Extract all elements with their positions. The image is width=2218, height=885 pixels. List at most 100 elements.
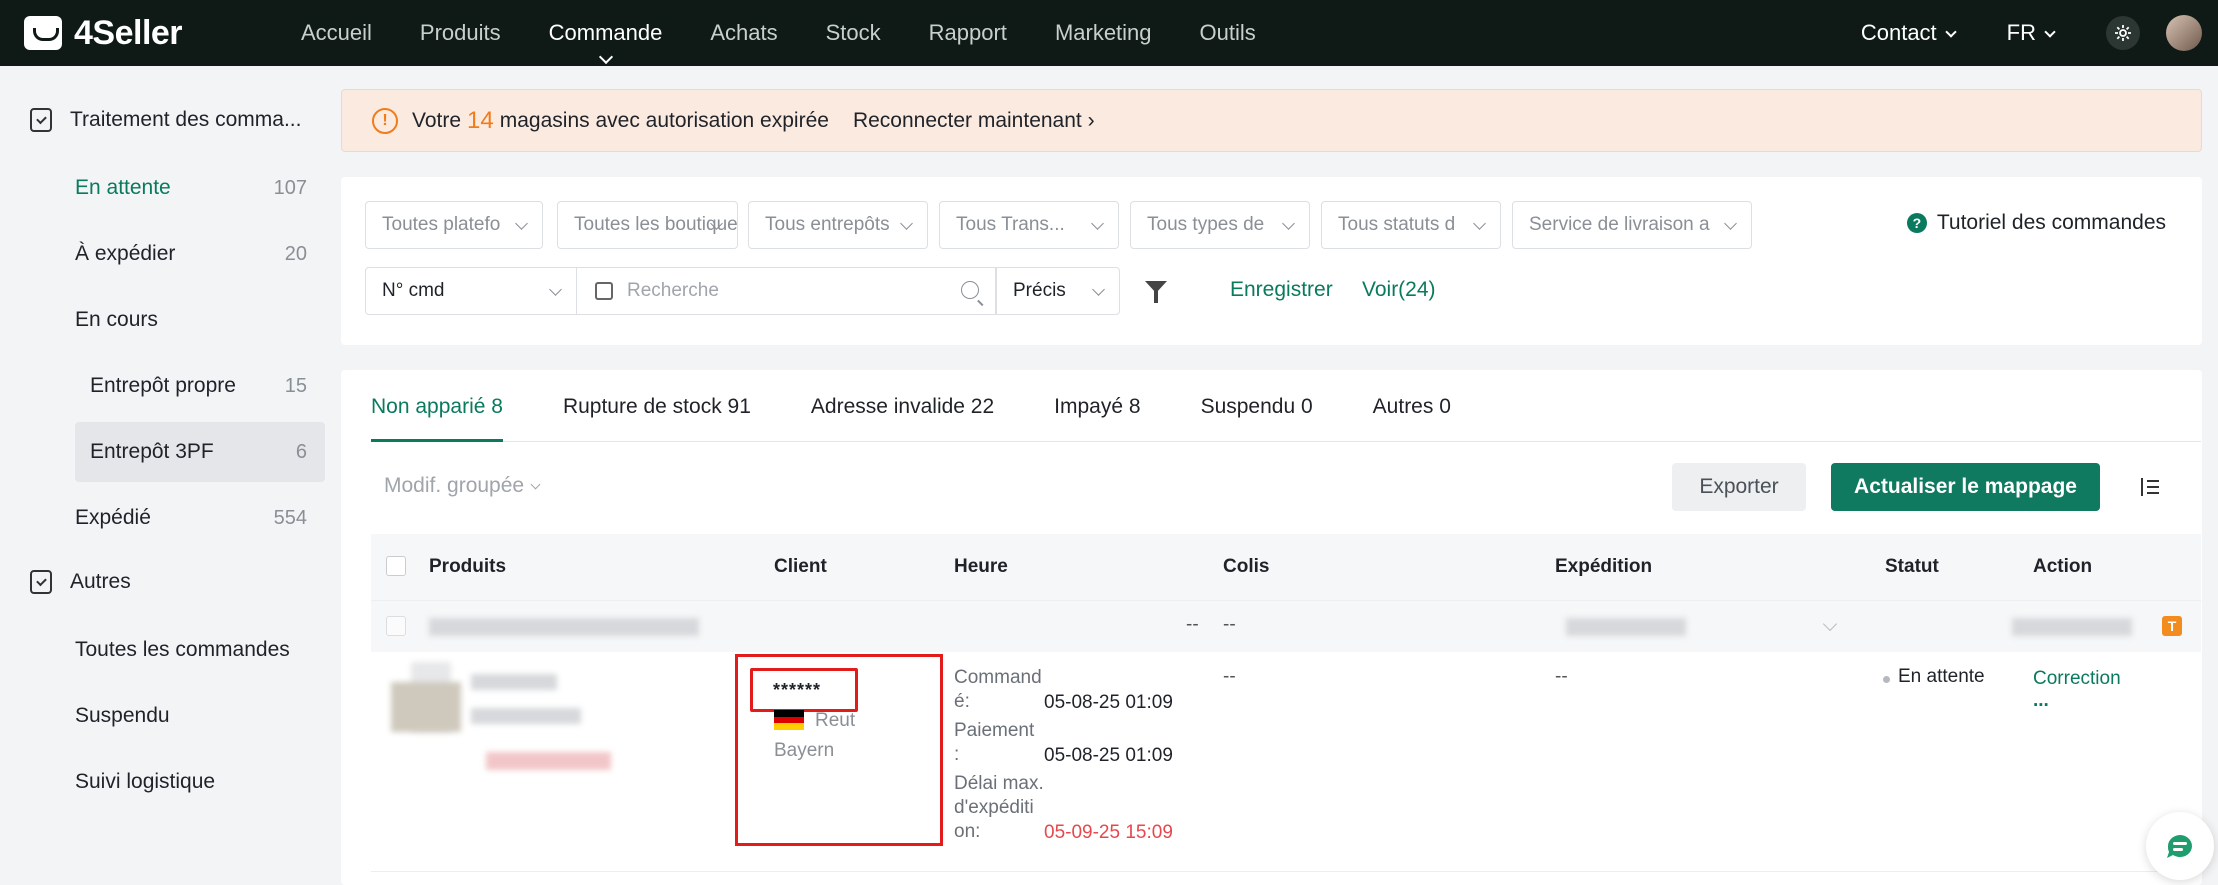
match-mode-select[interactable]: Précis [996, 267, 1120, 315]
warning-icon: ! [372, 107, 398, 134]
contact-dropdown[interactable]: Contact [1861, 20, 1957, 46]
select-value: N° cmd [382, 280, 445, 301]
chevron-down-icon [1092, 283, 1105, 296]
logo[interactable]: 4Seller [24, 14, 284, 53]
sidebar-item-expedie[interactable]: Expédié 554 [75, 488, 325, 548]
sidebar-item-entrepot-3pf[interactable]: Entrepôt 3PF 6 [75, 422, 325, 482]
sidebar-item-suivi-logistique[interactable]: Suivi logistique [75, 752, 325, 812]
user-avatar[interactable] [2166, 15, 2202, 51]
tutorial-link[interactable]: ? Tutoriel des commandes [1906, 211, 2166, 235]
banner-suffix: magasins avec autorisation expirée [499, 108, 829, 132]
order-date-label: Command [954, 667, 1042, 688]
nav-accueil[interactable]: Accueil [301, 20, 372, 46]
column-header-heure: Heure [954, 556, 1008, 577]
sidebar-item-count: 20 [284, 242, 307, 265]
sidebar-group-label: Autres [70, 570, 131, 593]
save-filter-link[interactable]: Enregistrer [1230, 278, 1333, 302]
view-saved-link[interactable]: Voir(24) [1362, 278, 1436, 302]
filter-funnel-icon[interactable] [1145, 281, 1167, 303]
tab-suspendu[interactable]: Suspendu 0 [1201, 395, 1313, 441]
sidebar-item-suspendu[interactable]: Suspendu [75, 686, 325, 746]
support-chat-button[interactable] [2146, 812, 2214, 880]
column-header-produits: Produits [429, 556, 507, 577]
column-header-action: Action [2033, 556, 2093, 577]
search-input[interactable]: Recherche [576, 267, 996, 315]
shop-select[interactable]: Toutes les boutiques [557, 201, 738, 249]
select-value: Tous types de [1147, 214, 1265, 235]
tab-adresse-invalide[interactable]: Adresse invalide 22 [811, 395, 994, 441]
payment-date-label-cont: : [954, 744, 960, 765]
bulk-edit-dropdown[interactable]: Modif. groupée [384, 474, 541, 498]
sidebar-item-label: À expédier [75, 242, 176, 265]
clipboard-check-icon [30, 108, 52, 132]
group-colis-value: -- [1223, 614, 1236, 635]
select-value: Tous Trans... [956, 214, 1065, 235]
platform-select[interactable]: Toutes platefo [365, 201, 543, 249]
type-select[interactable]: Tous types de [1130, 201, 1310, 249]
select-all-checkbox[interactable] [386, 556, 406, 576]
column-header-client: Client [774, 556, 827, 577]
tab-impaye[interactable]: Impayé 8 [1054, 395, 1140, 441]
tab-rupture-stock[interactable]: Rupture de stock 91 [563, 395, 751, 441]
correction-link[interactable]: Correction [2033, 668, 2121, 690]
chevron-down-icon [549, 283, 562, 296]
warehouse-select[interactable]: Tous entrepôts [748, 201, 928, 249]
nav-outils[interactable]: Outils [1200, 20, 1256, 46]
table-row: ****** Reut Bayern Command é: 05-08-25 0… [371, 652, 2201, 872]
group-checkbox[interactable] [386, 616, 406, 636]
status-select[interactable]: Tous statuts d [1321, 201, 1501, 249]
select-value: Tous entrepôts [765, 214, 890, 235]
sidebar-item-a-expedier[interactable]: À expédier 20 [75, 224, 325, 284]
nav-achats[interactable]: Achats [710, 20, 777, 46]
select-value: Toutes platefo [382, 214, 501, 235]
more-actions-button[interactable]: ... [2033, 690, 2049, 712]
search-icon[interactable] [961, 281, 979, 299]
shipping-service-select[interactable]: Service de livraison a [1512, 201, 1752, 249]
redacted-product-tag [486, 752, 611, 770]
chevron-down-icon [1282, 217, 1295, 230]
chevron-down-icon [530, 479, 541, 490]
nav-commande[interactable]: Commande [549, 20, 663, 46]
carrier-select[interactable]: Tous Trans... [939, 201, 1119, 249]
settings-gear-icon[interactable] [2106, 16, 2140, 50]
ship-deadline-value: 05-09-25 15:09 [1044, 822, 1173, 843]
sidebar-item-label: En attente [75, 176, 171, 199]
tab-non-apparie[interactable]: Non apparié 8 [371, 395, 503, 442]
language-dropdown[interactable]: FR [2007, 20, 2056, 46]
sidebar-item-entrepot-propre[interactable]: Entrepôt propre 15 [75, 356, 325, 416]
refresh-mapping-button[interactable]: Actualiser le mappage [1831, 463, 2100, 511]
expedition-value: -- [1555, 666, 1568, 687]
order-date-label-cont: é: [954, 691, 970, 712]
sidebar-item-label: En cours [75, 308, 158, 331]
tab-autres[interactable]: Autres 0 [1373, 395, 1451, 441]
column-header-colis: Colis [1223, 556, 1270, 577]
filter-panel: Toutes platefo Toutes les boutiques Tous… [341, 177, 2202, 345]
sidebar-item-count: 554 [273, 506, 307, 529]
sidebar-item-en-cours[interactable]: En cours [75, 290, 325, 350]
redacted-shipping [1566, 618, 1686, 636]
nav-marketing[interactable]: Marketing [1055, 20, 1152, 46]
export-button[interactable]: Exporter [1672, 463, 1806, 511]
sidebar-group-label: Traitement des comma... [70, 108, 302, 131]
nav-rapport[interactable]: Rapport [929, 20, 1007, 46]
payment-date-label: Paiement [954, 720, 1035, 741]
sidebar-item-toutes-commandes[interactable]: Toutes les commandes [75, 620, 325, 680]
bulk-edit-label: Modif. groupée [384, 474, 525, 497]
select-value: Précis [1013, 280, 1066, 301]
sidebar-group-autres[interactable]: Autres [30, 570, 131, 594]
select-value: Service de livraison a [1529, 214, 1710, 235]
column-settings-icon[interactable] [2141, 478, 2159, 496]
chevron-down-icon [1945, 26, 1957, 38]
tag-t-badge: T [2162, 616, 2182, 636]
colis-value: -- [1223, 666, 1236, 687]
nav-stock[interactable]: Stock [826, 20, 881, 46]
reconnect-link[interactable]: Reconnecter maintenant › [853, 109, 1095, 133]
germany-flag-icon [774, 710, 804, 730]
authorization-warning-banner: ! Votre 14 magasins avec autorisation ex… [341, 89, 2202, 152]
sidebar-item-en-attente[interactable]: En attente 107 [75, 158, 325, 218]
search-placeholder: Recherche [627, 280, 719, 301]
search-field-select[interactable]: N° cmd [365, 267, 577, 315]
chevron-down-icon[interactable] [1822, 616, 1838, 632]
sidebar-group-order-processing[interactable]: Traitement des comma... [30, 108, 301, 132]
nav-produits[interactable]: Produits [420, 20, 501, 46]
